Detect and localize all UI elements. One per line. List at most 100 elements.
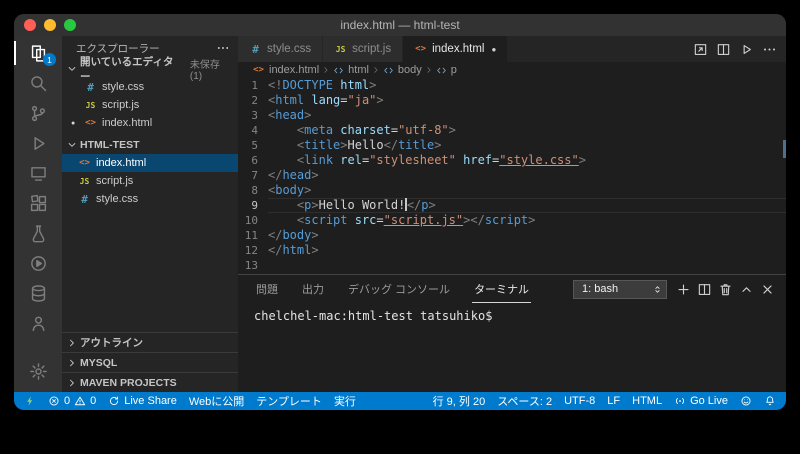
more-editor-actions-icon[interactable] (759, 39, 780, 60)
line-content (268, 258, 786, 273)
chevron-right-icon (66, 337, 78, 349)
line-number: 4 (238, 123, 268, 138)
status-template[interactable]: テンプレート (250, 392, 328, 410)
code-line-5[interactable]: 5 <title>Hello</title> (238, 138, 786, 153)
sync-icon (108, 395, 120, 407)
activity-settings[interactable] (14, 356, 62, 386)
activity-explorer[interactable]: 1 (14, 38, 62, 68)
status-text: Go Live (690, 395, 728, 407)
section-label: MAVEN PROJECTS (80, 377, 177, 389)
code-line-10[interactable]: 10 <script src="script.js"></script> (238, 213, 786, 228)
code-line-8[interactable]: 8<body> (238, 183, 786, 198)
tab-index-html[interactable]: <>index.html● (403, 36, 508, 62)
breadcrumb-item[interactable]: <>index.html (252, 64, 319, 76)
close-window-button[interactable] (24, 19, 36, 31)
open-preview-icon[interactable] (690, 39, 711, 60)
activity-live-share[interactable] (14, 308, 62, 338)
maximize-panel-icon[interactable] (736, 279, 757, 300)
kill-terminal-icon[interactable] (715, 279, 736, 300)
file-script-js[interactable]: JSscript.js (62, 172, 238, 190)
status-feedback[interactable] (734, 392, 758, 410)
open-editor-style-css[interactable]: #style.css (62, 78, 238, 96)
panel-tab-debug-console[interactable]: デバッグ コンソール (346, 275, 452, 303)
file-index-html[interactable]: <>index.html (62, 154, 238, 172)
line-content: <body> (268, 183, 786, 198)
editor-group: #style.cssJSscript.js<>index.html● <>ind… (238, 36, 786, 392)
split-editor-icon[interactable] (713, 39, 734, 60)
panel-bar: 問題出力デバッグ コンソールターミナル 1: bash (238, 275, 786, 303)
tab-script-js[interactable]: JSscript.js (323, 36, 403, 62)
activity-debug-alt[interactable] (14, 248, 62, 278)
open-editor-index-html[interactable]: ●<>index.html (62, 114, 238, 132)
section-maven-projects[interactable]: MAVEN PROJECTS (62, 372, 238, 392)
activity-source-control[interactable] (14, 98, 62, 128)
panel-tab-output[interactable]: 出力 (300, 275, 326, 303)
code-line-11[interactable]: 11</body> (238, 228, 786, 243)
tab-style-css[interactable]: #style.css (238, 36, 323, 62)
status-problems[interactable]: 00 (42, 392, 102, 410)
code-line-2[interactable]: 2<html lang="ja"> (238, 93, 786, 108)
activity-run-debug[interactable] (14, 128, 62, 158)
section-outline[interactable]: アウトライン (62, 332, 238, 352)
panel-tab-terminal[interactable]: ターミナル (472, 275, 531, 303)
code-token: > (340, 138, 347, 152)
split-terminal-icon[interactable] (694, 279, 715, 300)
breadcrumb-item[interactable]: html (333, 64, 369, 76)
code-line-1[interactable]: 1<!DOCTYPE html> (238, 78, 786, 93)
split-icon (716, 42, 731, 57)
status-indentation[interactable]: スペース: 2 (491, 392, 558, 410)
code-line-3[interactable]: 3<head> (238, 108, 786, 123)
code-line-7[interactable]: 7</head> (238, 168, 786, 183)
minimize-window-button[interactable] (44, 19, 56, 31)
more-actions-icon[interactable] (216, 41, 230, 55)
new-terminal-icon[interactable] (673, 279, 694, 300)
extensions-icon (29, 194, 48, 213)
overview-ruler-marker (783, 140, 786, 158)
breadcrumb-item[interactable]: p (436, 64, 457, 76)
status-eol[interactable]: LF (601, 392, 626, 410)
code-line-12[interactable]: 12</html> (238, 243, 786, 258)
panel-tab-problems[interactable]: 問題 (254, 275, 280, 303)
workbench: 1 エクスプローラー 開いているエディター 未保存 (1) #style.css… (14, 36, 786, 392)
status-run[interactable]: 実行 (328, 392, 362, 410)
section-mysql[interactable]: MYSQL (62, 352, 238, 372)
status-text: スペース: 2 (497, 393, 552, 409)
code-line-9[interactable]: 9 <p>Hello World!</p> (238, 198, 786, 213)
css-file-icon: # (84, 81, 97, 94)
activity-database[interactable] (14, 278, 62, 308)
status-live-share[interactable]: Live Share (102, 392, 183, 410)
open-editors-header[interactable]: 開いているエディター 未保存 (1) (62, 60, 238, 78)
status-language[interactable]: HTML (626, 392, 668, 410)
activity-search[interactable] (14, 68, 62, 98)
bottom-panel: 問題出力デバッグ コンソールターミナル 1: bash chelchel-mac… (238, 274, 786, 392)
terminal-output[interactable]: chelchel-mac:html-test tatsuhiko$ (238, 303, 786, 392)
chevron-up-icon (739, 282, 754, 297)
status-publish-web[interactable]: Webに公開 (183, 392, 250, 410)
database-icon (29, 284, 48, 303)
title-bar[interactable]: index.html — html-test (14, 14, 786, 36)
folder-header[interactable]: HTML-TEST (62, 136, 238, 154)
panel-actions (673, 279, 778, 300)
file-style-css[interactable]: #style.css (62, 190, 238, 208)
open-editor-script-js[interactable]: JSscript.js (62, 96, 238, 114)
code-line-13[interactable]: 13 (238, 258, 786, 273)
activity-remote-explorer[interactable] (14, 158, 62, 188)
status-encoding[interactable]: UTF-8 (558, 392, 601, 410)
status-go-live[interactable]: Go Live (668, 392, 734, 410)
terminal-select[interactable]: 1: bash (573, 280, 667, 299)
breadcrumb-item[interactable]: body (383, 64, 422, 76)
status-notifications[interactable] (758, 392, 782, 410)
code-token: > (449, 123, 456, 137)
code-line-6[interactable]: 6 <link rel="stylesheet" href="style.css… (238, 153, 786, 168)
activity-extensions[interactable] (14, 188, 62, 218)
close-panel-icon[interactable] (757, 279, 778, 300)
activity-testing[interactable] (14, 218, 62, 248)
zoom-window-button[interactable] (64, 19, 76, 31)
code-token: Hello (348, 138, 384, 152)
code-line-4[interactable]: 4 <meta charset="utf-8"> (238, 123, 786, 138)
code-editor[interactable]: 1<!DOCTYPE html>2<html lang="ja">3<head>… (238, 78, 786, 274)
code-token: > (311, 198, 318, 212)
status-power[interactable] (18, 392, 42, 410)
status-cursor-position[interactable]: 行 9, 列 20 (427, 392, 492, 410)
run-file-icon[interactable] (736, 39, 757, 60)
